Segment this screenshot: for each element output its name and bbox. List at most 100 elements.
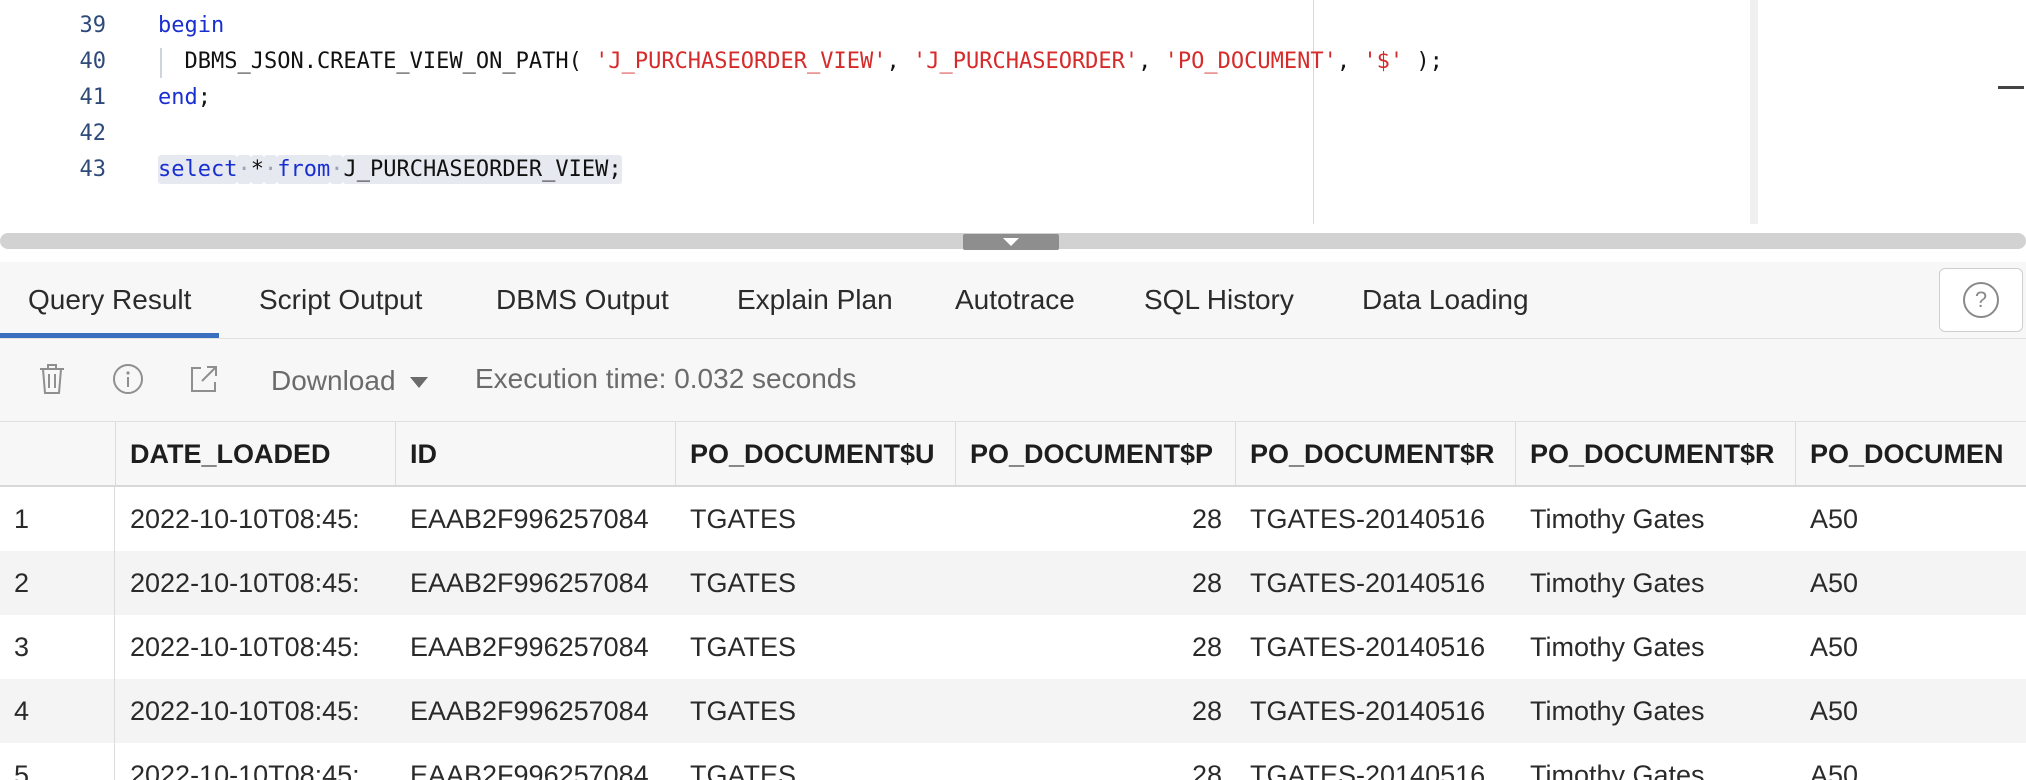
table-cell[interactable]: EAAB2F996257084 xyxy=(396,551,676,615)
tab-autotrace[interactable]: Autotrace xyxy=(927,262,1103,338)
table-cell[interactable]: TGATES xyxy=(676,487,956,551)
table-cell[interactable]: Timothy Gates xyxy=(1516,487,1796,551)
table-row[interactable]: 4 2022-10-10T08:45: EAAB2F996257084 TGATES 2… xyxy=(0,679,2026,743)
caret-down-icon xyxy=(409,377,428,389)
table-cell[interactable]: A50 xyxy=(1796,679,2026,743)
code-token: select xyxy=(158,155,238,184)
download-dropdown[interactable]: Download xyxy=(271,361,428,401)
code-token: from xyxy=(277,155,331,184)
tab-dbms-output[interactable]: DBMS Output xyxy=(468,262,697,338)
table-cell[interactable]: 2022-10-10T08:45: xyxy=(116,679,396,743)
code-line[interactable]: 40 DBMS_JSON.CREATE_VIEW_ON_PATH( 'J_PUR… xyxy=(0,44,1750,80)
table-cell[interactable]: A50 xyxy=(1796,743,2026,780)
code-text: DBMS_JSON.CREATE_VIEW_ON_PATH( 'J_PURCHA… xyxy=(158,44,1443,80)
help-button[interactable]: ? xyxy=(1939,268,2023,332)
column-header[interactable]: PO_DOCUMENT$R xyxy=(1516,422,1796,485)
table-cell[interactable]: TGATES-20140516 xyxy=(1236,487,1516,551)
table-cell[interactable]: 2022-10-10T08:45: xyxy=(116,743,396,780)
code-text: end; xyxy=(158,80,211,116)
row-number: 3 xyxy=(0,615,115,679)
info-icon[interactable] xyxy=(108,359,148,399)
table-cell[interactable]: EAAB2F996257084 xyxy=(396,615,676,679)
line-number: 41 xyxy=(79,85,107,110)
table-cell[interactable]: 28 xyxy=(956,743,1236,780)
column-header[interactable]: PO_DOCUMENT$R xyxy=(1236,422,1516,485)
line-number: 40 xyxy=(79,49,107,74)
code-line[interactable]: 43 select·*·from·J_PURCHASEORDER_VIEW; xyxy=(0,152,1750,188)
table-cell[interactable]: Timothy Gates xyxy=(1516,743,1796,780)
code-token: '$' xyxy=(1363,49,1404,74)
tab-query-result[interactable]: Query Result xyxy=(0,262,220,338)
table-cell[interactable]: TGATES-20140516 xyxy=(1236,679,1516,743)
table-cell[interactable]: A50 xyxy=(1796,551,2026,615)
query-result-grid[interactable]: DATE_LOADED ID PO_DOCUMENT$U PO_DOCUMENT… xyxy=(0,422,2026,780)
table-cell[interactable]: TGATES-20140516 xyxy=(1236,615,1516,679)
table-row[interactable]: 5 2022-10-10T08:45: EAAB2F996257084 TGATES 2… xyxy=(0,743,2026,780)
download-label: Download xyxy=(271,365,396,396)
table-cell[interactable]: 2022-10-10T08:45: xyxy=(116,551,396,615)
open-external-icon[interactable] xyxy=(184,359,224,399)
column-header[interactable]: DATE_LOADED xyxy=(116,422,396,485)
table-cell[interactable]: Timothy Gates xyxy=(1516,551,1796,615)
column-header[interactable]: PO_DOCUMEN xyxy=(1796,422,2026,485)
row-number-header xyxy=(0,422,116,485)
row-number: 1 xyxy=(0,487,115,551)
code-line[interactable]: 41 end; xyxy=(0,80,1750,116)
line-number: 39 xyxy=(79,13,107,38)
table-cell[interactable]: A50 xyxy=(1796,615,2026,679)
table-cell[interactable]: TGATES-20140516 xyxy=(1236,743,1516,780)
trash-icon[interactable] xyxy=(32,359,72,399)
code-token: · xyxy=(237,155,251,184)
code-token: · xyxy=(330,155,344,184)
column-header[interactable]: ID xyxy=(396,422,676,485)
help-icon: ? xyxy=(1963,282,1999,318)
collapse-toggle-button[interactable] xyxy=(963,234,1059,250)
table-cell[interactable]: EAAB2F996257084 xyxy=(396,487,676,551)
editor-scroll-gutter xyxy=(1750,0,1758,224)
code-token: ); xyxy=(1403,49,1443,74)
table-cell[interactable]: 2022-10-10T08:45: xyxy=(116,487,396,551)
table-cell[interactable]: TGATES xyxy=(676,615,956,679)
tab-sql-history[interactable]: SQL History xyxy=(1116,262,1322,338)
line-number: 42 xyxy=(79,121,107,146)
code-text: select·*·from·J_PURCHASEORDER_VIEW; xyxy=(158,152,622,188)
code-token: 'J_PURCHASEORDER_VIEW' xyxy=(595,49,887,74)
grid-header: DATE_LOADED ID PO_DOCUMENT$U PO_DOCUMENT… xyxy=(0,422,2026,487)
table-cell[interactable]: 28 xyxy=(956,487,1236,551)
tab-script-output[interactable]: Script Output xyxy=(231,262,450,338)
table-row[interactable]: 2 2022-10-10T08:45: EAAB2F996257084 TGATES 2… xyxy=(0,551,2026,615)
table-cell[interactable]: TGATES xyxy=(676,679,956,743)
table-cell[interactable]: Timothy Gates xyxy=(1516,615,1796,679)
table-cell[interactable]: TGATES xyxy=(676,743,956,780)
chevron-down-icon xyxy=(1003,238,1019,246)
table-cell[interactable]: TGATES xyxy=(676,551,956,615)
code-token: end xyxy=(158,85,198,110)
sql-editor[interactable]: 39 begin 40 DBMS_JSON.CREATE_VIEW_ON_PATH(… xyxy=(0,0,2026,224)
code-line[interactable]: 39 begin xyxy=(0,8,1750,44)
table-cell[interactable]: 28 xyxy=(956,615,1236,679)
code-token: , xyxy=(886,49,913,74)
code-token: · xyxy=(263,155,278,184)
table-cell[interactable]: EAAB2F996257084 xyxy=(396,743,676,780)
code-line[interactable]: 42 xyxy=(0,116,1750,152)
column-header[interactable]: PO_DOCUMENT$U xyxy=(676,422,956,485)
table-cell[interactable]: 2022-10-10T08:45: xyxy=(116,615,396,679)
row-number: 5 xyxy=(0,743,115,780)
table-row[interactable]: 3 2022-10-10T08:45: EAAB2F996257084 TGATES 2… xyxy=(0,615,2026,679)
tab-data-loading[interactable]: Data Loading xyxy=(1334,262,1557,338)
table-cell[interactable]: EAAB2F996257084 xyxy=(396,679,676,743)
line-number: 43 xyxy=(79,157,107,182)
table-cell[interactable]: 28 xyxy=(956,551,1236,615)
table-cell[interactable]: A50 xyxy=(1796,487,2026,551)
code-token: J_PURCHASEORDER_VIEW; xyxy=(343,155,622,184)
table-cell[interactable]: TGATES-20140516 xyxy=(1236,551,1516,615)
code-token: begin xyxy=(158,13,225,38)
row-number: 4 xyxy=(0,679,115,743)
table-cell[interactable]: Timothy Gates xyxy=(1516,679,1796,743)
table-cell[interactable]: 28 xyxy=(956,679,1236,743)
table-row[interactable]: 1 2022-10-10T08:45: EAAB2F996257084 TGATES 2… xyxy=(0,487,2026,551)
code-token: , xyxy=(1336,49,1364,74)
column-header[interactable]: PO_DOCUMENT$P xyxy=(956,422,1236,485)
tab-explain-plan[interactable]: Explain Plan xyxy=(709,262,921,338)
code-token: 'J_PURCHASEORDER' xyxy=(913,49,1139,74)
